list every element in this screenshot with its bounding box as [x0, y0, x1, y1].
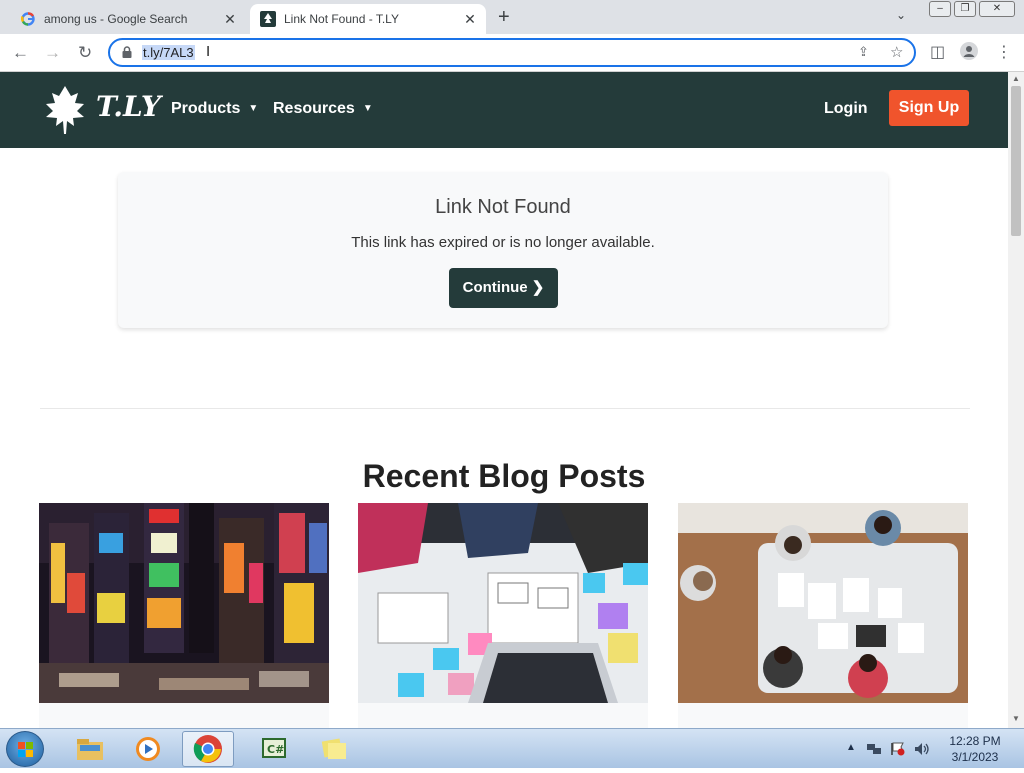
login-link[interactable]: Login — [824, 100, 868, 118]
tab-google-search[interactable]: among us - Google Search ✕ — [10, 4, 246, 34]
page-scrollbar[interactable]: ▲ ▼ — [1008, 72, 1024, 728]
continue-label: Continue — [462, 279, 528, 296]
volume-icon[interactable] — [914, 742, 930, 759]
tab-link-not-found[interactable]: Link Not Found - T.LY ✕ — [250, 4, 486, 34]
restore-icon[interactable]: ❐ — [954, 1, 976, 17]
address-bar[interactable]: t.ly/7AL3 I ⇪ ☆ — [108, 38, 916, 67]
scrollbar-thumb[interactable] — [1011, 86, 1021, 236]
products-label: Products — [171, 100, 241, 117]
tab-title: Link Not Found - T.LY — [284, 12, 399, 26]
text-cursor-icon: I — [206, 43, 211, 60]
blog-post-card[interactable] — [39, 503, 329, 728]
recent-blog-posts-heading: Recent Blog Posts — [362, 458, 646, 494]
folder-icon — [77, 739, 103, 760]
blog-post-card[interactable] — [358, 503, 648, 728]
bookmark-star-icon[interactable]: ☆ — [890, 43, 903, 61]
tab-search-chevron-icon[interactable]: ⌄ — [896, 8, 906, 22]
blog-post-image-wireframing[interactable] — [358, 503, 648, 703]
taskbar-media-player[interactable] — [122, 731, 174, 767]
back-icon[interactable]: ← — [12, 43, 29, 63]
tab-title: among us - Google Search — [44, 12, 188, 26]
reload-icon[interactable]: ↻ — [78, 43, 92, 63]
share-icon[interactable]: ⇪ — [858, 44, 869, 60]
tly-icon — [260, 11, 276, 27]
url-text[interactable]: t.ly/7AL3 — [142, 45, 195, 60]
scroll-up-arrow-icon[interactable]: ▲ — [1012, 74, 1020, 83]
profile-avatar-icon[interactable] — [960, 42, 978, 65]
browser-tab-strip: among us - Google Search ✕ Link Not Foun… — [0, 0, 1024, 34]
caret-down-icon: ▼ — [248, 103, 259, 114]
forward-icon[interactable]: → — [44, 43, 61, 63]
site-navbar: T.LY Products ▼ Resources ▼ Login Sign Up — [0, 72, 1008, 148]
close-tab-icon[interactable]: ✕ — [460, 11, 480, 28]
action-center-flag-icon[interactable] — [890, 742, 906, 759]
media-player-icon — [136, 737, 160, 761]
scroll-down-arrow-icon[interactable]: ▼ — [1012, 714, 1020, 723]
network-icon[interactable] — [866, 742, 882, 759]
lock-icon — [122, 46, 132, 58]
caret-down-icon: ▼ — [362, 103, 373, 114]
blog-post-body — [358, 703, 648, 728]
products-menu[interactable]: Products ▼ — [171, 100, 258, 118]
windows-taskbar: C# ▲ 12:28 PM 3/1/2023 — [0, 728, 1024, 768]
svg-text:C#: C# — [267, 743, 284, 756]
blog-post-image-team-meeting[interactable] — [678, 503, 968, 703]
csharp-icon: C# — [262, 738, 286, 758]
system-clock[interactable]: 12:28 PM 3/1/2023 — [940, 733, 1010, 765]
close-tab-icon[interactable]: ✕ — [220, 11, 240, 28]
sticky-notes-icon — [321, 738, 346, 759]
notice-message: This link has expired or is no longer av… — [351, 234, 655, 251]
continue-button[interactable]: Continue ❯ — [449, 268, 558, 308]
chrome-icon — [193, 735, 222, 763]
site-logo-text[interactable]: T.LY — [96, 90, 161, 123]
minimize-icon[interactable]: – — [929, 1, 951, 17]
blog-post-body — [678, 703, 968, 728]
side-panel-icon[interactable]: ◫ — [930, 42, 945, 62]
taskbar-chrome[interactable] — [182, 731, 234, 767]
taskbar-csharp-app[interactable]: C# — [248, 731, 300, 767]
google-icon — [20, 11, 36, 27]
resources-menu[interactable]: Resources ▼ — [273, 100, 373, 118]
browser-toolbar: ← → ↻ t.ly/7AL3 I ⇪ ☆ ◫ ⋮ — [0, 34, 1024, 72]
blog-post-body — [39, 703, 329, 728]
resources-label: Resources — [273, 100, 355, 117]
start-button[interactable] — [6, 731, 44, 767]
new-tab-icon[interactable]: + — [498, 6, 510, 29]
tly-leaf-logo-icon[interactable] — [42, 84, 88, 136]
show-hidden-icons-icon[interactable]: ▲ — [846, 742, 856, 753]
sign-up-button[interactable]: Sign Up — [889, 90, 969, 126]
clock-date: 3/1/2023 — [951, 750, 999, 764]
clock-time: 12:28 PM — [949, 734, 1001, 748]
taskbar-file-explorer[interactable] — [64, 731, 116, 767]
taskbar-sticky-notes[interactable] — [308, 731, 360, 767]
section-divider — [40, 408, 970, 409]
blog-post-image-city-night[interactable] — [39, 503, 329, 703]
close-window-icon[interactable]: ✕ — [979, 1, 1015, 17]
notice-title: Link Not Found — [435, 196, 571, 218]
windows-logo-icon — [18, 742, 33, 757]
menu-kebab-icon[interactable]: ⋮ — [996, 42, 1012, 62]
link-not-found-card: Link Not Found This link has expired or … — [118, 172, 888, 328]
page-viewport: T.LY Products ▼ Resources ▼ Login Sign Up … — [0, 72, 1008, 728]
blog-post-card[interactable] — [678, 503, 968, 728]
chevron-right-icon: ❯ — [531, 279, 545, 296]
